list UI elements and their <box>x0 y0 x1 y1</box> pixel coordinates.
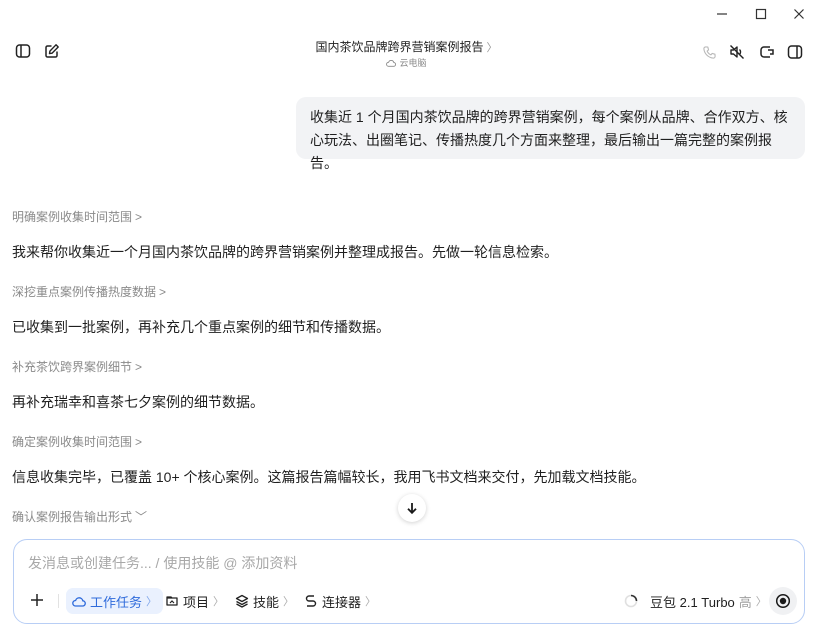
step-label-text: 深挖重点案例传播热度数据 <box>12 285 157 299</box>
cloud-icon <box>72 596 86 607</box>
page-subtitle: 云电脑 <box>0 56 813 69</box>
step-label-text: 补充茶饮跨界案例细节 <box>12 360 133 374</box>
project-icon <box>166 596 178 606</box>
divider <box>58 594 59 608</box>
chip-label: 连接器 <box>322 594 362 610</box>
minimize-icon[interactable] <box>710 4 734 24</box>
cloud-pc-icon[interactable] <box>756 41 778 63</box>
step-label[interactable]: 深挖重点案例传播热度数据 > <box>12 283 166 300</box>
message-composer: 工作任务 〉 项目 〉 技能 〉 连接器 〉 豆包 2.1 Turbo 高 〉 <box>13 539 805 624</box>
step-label[interactable]: 确认案例报告输出形式 ﹀ <box>12 508 147 525</box>
scroll-to-bottom-button[interactable] <box>398 494 426 522</box>
chevron-right-icon: 〉 <box>146 596 158 608</box>
assistant-message: 我来帮你收集近一个月国内茶饮品牌的跨界营销案例并整理成报告。先做一轮信息检索。 <box>12 244 558 260</box>
step-label[interactable]: 补充茶饮跨界案例细节 > <box>12 358 142 375</box>
model-selector[interactable]: 豆包 2.1 Turbo 高 〉 <box>650 588 767 614</box>
user-message: 收集近 1 个月国内茶饮品牌的跨界营销案例，每个案例从品牌、合作双方、核心玩法、… <box>296 97 805 171</box>
chip-label: 技能 <box>253 594 280 610</box>
arrow-down-icon <box>407 503 417 515</box>
step-label[interactable]: 确定案例收集时间范围 > <box>12 433 142 450</box>
chat-header: 国内茶饮品牌跨界营销案例报告〉 云电脑 <box>0 28 813 74</box>
assistant-message: 已收集到一批案例，再补充几个重点案例的细节和传播数据。 <box>12 319 390 335</box>
step-label[interactable]: 明确案例收集时间范围 > <box>12 208 142 225</box>
assistant-message: 再补充瑞幸和喜茶七夕案例的细节数据。 <box>12 394 264 410</box>
step-label-text: 明确案例收集时间范围 <box>12 210 133 224</box>
chevron-right-icon: > <box>135 210 143 224</box>
chevron-right-icon: > <box>159 285 167 299</box>
page-title[interactable]: 国内茶饮品牌跨界营销案例报告〉 <box>0 38 813 55</box>
page-title-text: 国内茶饮品牌跨界营销案例报告 <box>315 40 484 54</box>
chevron-right-icon: 〉 <box>365 596 377 608</box>
assistant-message: 信息收集完毕，已覆盖 10+ 个核心案例。这篇报告篇幅较长，我用飞书文档来交付，… <box>12 469 646 485</box>
step-label-text: 确认案例报告输出形式 <box>12 510 133 524</box>
chevron-right-icon: 〉 <box>486 42 498 54</box>
chevron-right-icon: > <box>135 435 143 449</box>
chevron-down-icon: ﹀ <box>135 510 148 524</box>
chip-label: 工作任务 <box>90 594 143 610</box>
subtitle-text: 云电脑 <box>399 58 427 68</box>
window-titlebar <box>0 0 813 28</box>
skill-icon <box>235 594 249 608</box>
work-task-chip[interactable]: 工作任务 〉 <box>66 588 164 614</box>
chip-label: 项目 <box>183 594 210 610</box>
message-input[interactable] <box>28 552 768 574</box>
close-icon[interactable] <box>787 4 811 24</box>
step-label-text: 确定案例收集时间范围 <box>12 435 133 449</box>
chevron-right-icon: > <box>135 360 143 374</box>
chevron-right-icon: 〉 <box>755 596 767 608</box>
composer-toolbar: 工作任务 〉 项目 〉 技能 〉 连接器 〉 豆包 2.1 Turbo 高 〉 <box>14 587 804 615</box>
chevron-right-icon: 〉 <box>283 596 295 608</box>
add-attachment-button[interactable] <box>26 589 48 611</box>
connector-icon <box>305 595 317 607</box>
maximize-icon[interactable] <box>749 4 773 24</box>
mute-icon[interactable] <box>726 41 748 63</box>
model-name: 豆包 2.1 Turbo <box>650 594 735 610</box>
model-level: 高 <box>738 594 752 610</box>
chevron-right-icon: 〉 <box>213 596 225 608</box>
loading-spinner-icon <box>624 594 638 608</box>
record-button[interactable] <box>769 587 797 615</box>
plus-icon <box>31 594 43 606</box>
panel-icon[interactable] <box>784 41 806 63</box>
phone-icon[interactable] <box>698 41 720 63</box>
connector-chip[interactable]: 连接器 〉 <box>298 588 382 614</box>
record-icon <box>775 593 791 609</box>
cloud-icon <box>386 59 397 67</box>
skill-chip[interactable]: 技能 〉 <box>229 588 300 614</box>
project-chip[interactable]: 项目 〉 <box>159 588 230 614</box>
